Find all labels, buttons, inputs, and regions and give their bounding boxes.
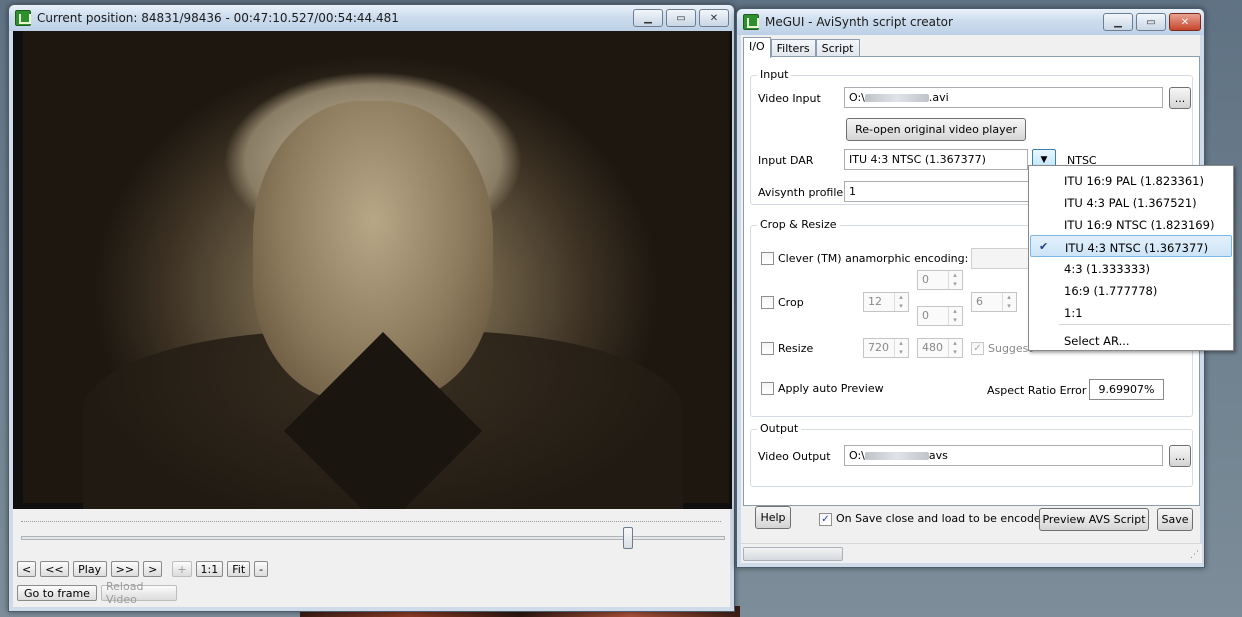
prev-frame-button[interactable]: < <box>17 561 37 577</box>
on-save-checkbox[interactable]: ✓ <box>819 513 832 526</box>
input-dar-label: Input DAR <box>758 154 814 167</box>
maximize-icon: ▭ <box>1146 16 1156 28</box>
output-group-title: Output <box>757 422 802 435</box>
resize-label: Resize <box>778 342 814 355</box>
crop-bottom-stepper[interactable]: 0 <box>917 306 963 326</box>
close-icon: ✕ <box>709 12 719 24</box>
auto-preview-label: Apply auto Preview <box>778 382 884 395</box>
reopen-video-player-button[interactable]: Re-open original video player <box>846 118 1026 141</box>
resize-checkbox[interactable] <box>761 342 774 355</box>
playback-controls: < << Play >> > + 1:1 Fit - <box>17 561 269 577</box>
seek-ticks <box>21 521 721 525</box>
seek-thumb[interactable] <box>622 527 633 549</box>
tab-strip: I/O Filters Script <box>743 37 860 58</box>
megui-title: MeGUI - AviSynth script creator <box>765 15 953 29</box>
player-titlebar[interactable]: Current position: 84831/98436 - 00:47:10… <box>9 5 734 31</box>
forward-button[interactable]: >> <box>110 561 140 577</box>
resize-width-stepper[interactable]: 720 <box>863 338 909 358</box>
maximize-button[interactable]: ▭ <box>1136 13 1166 31</box>
megui-icon <box>15 10 31 26</box>
minimize-button[interactable]: ▁ <box>1103 13 1133 31</box>
dar-option[interactable]: ITU 16:9 NTSC (1.823169) <box>1030 213 1232 235</box>
video-frame <box>13 31 732 509</box>
preview-avs-script-button[interactable]: Preview AVS Script <box>1039 508 1149 531</box>
video-output-field[interactable]: O:\ avs <box>844 445 1163 466</box>
dar-option[interactable]: ITU 4:3 NTSC (1.367377) ✔ <box>1030 235 1232 257</box>
clever-anamorphic-label: Clever (TM) anamorphic encoding: <box>778 252 969 265</box>
suggest-checkbox[interactable]: ✓ <box>971 342 984 355</box>
play-button[interactable]: Play <box>72 561 107 577</box>
video-output-browse-button[interactable]: ... <box>1169 445 1191 467</box>
resize-grip-icon[interactable]: ⋰ <box>1190 550 1199 560</box>
menu-separator <box>1059 324 1231 325</box>
rewind-button[interactable]: << <box>40 561 69 577</box>
output-group: Output Video Output O:\ avs ... <box>750 422 1193 487</box>
progress-scrollbar[interactable] <box>743 547 843 561</box>
video-output-label: Video Output <box>758 450 831 463</box>
megui-titlebar[interactable]: MeGUI - AviSynth script creator ▁ ▭ ✕ <box>737 9 1204 35</box>
input-group-title: Input <box>757 68 792 81</box>
crop-right-stepper[interactable]: 6 <box>971 292 1017 312</box>
dar-option[interactable]: Select AR... <box>1030 329 1232 351</box>
chevron-down-icon: ▼ <box>1040 154 1048 165</box>
suggest-label: Suggest <box>988 342 1033 355</box>
tab-filters[interactable]: Filters <box>770 39 816 57</box>
clever-anamorphic-checkbox[interactable] <box>761 252 774 265</box>
reload-video-button[interactable]: Reload Video <box>101 580 177 606</box>
input-dar-dropdown-list: ITU 16:9 PAL (1.823361) ITU 4:3 PAL (1.36… <box>1028 165 1234 351</box>
fit-button[interactable]: Fit <box>227 561 251 577</box>
status-bar: ⋰ <box>741 543 1202 563</box>
close-button[interactable]: ✕ <box>699 9 729 27</box>
seek-area <box>13 509 732 569</box>
on-save-label: On Save close and load to be encoded <box>836 512 1048 525</box>
frame-controls: Go to frame Reload Video <box>17 580 177 606</box>
tab-script[interactable]: Script <box>815 39 860 57</box>
crop-resize-group-title: Crop & Resize <box>757 218 840 231</box>
input-dar-combo[interactable]: ITU 4:3 NTSC (1.367377) <box>844 149 1028 170</box>
video-input-label: Video Input <box>758 92 821 105</box>
video-image <box>23 31 729 509</box>
video-input-field[interactable]: O:\ .avi <box>844 87 1163 108</box>
video-player-window: Current position: 84831/98436 - 00:47:10… <box>8 4 735 612</box>
auto-preview-checkbox[interactable] <box>761 382 774 395</box>
crop-label: Crop <box>778 296 804 309</box>
one-to-one-button[interactable]: 1:1 <box>195 561 224 577</box>
dar-option[interactable]: 4:3 (1.333333) <box>1030 257 1232 279</box>
player-title: Current position: 84831/98436 - 00:47:10… <box>37 11 399 25</box>
ar-error-value: 9.69907% <box>1089 379 1164 400</box>
maximize-icon: ▭ <box>676 12 686 24</box>
crop-top-stepper[interactable]: 0 <box>917 270 963 290</box>
close-icon: ✕ <box>1180 16 1190 28</box>
resize-height-stepper[interactable]: 480 <box>917 338 963 358</box>
close-button[interactable]: ✕ <box>1169 13 1201 31</box>
dar-option[interactable]: 16:9 (1.777778) <box>1030 279 1232 301</box>
tab-io[interactable]: I/O <box>743 37 771 58</box>
crop-checkbox[interactable] <box>761 296 774 309</box>
zoom-in-button[interactable]: + <box>172 561 192 577</box>
avisynth-profile-label: Avisynth profile <box>758 186 844 199</box>
megui-icon <box>743 14 759 30</box>
minimize-button[interactable]: ▁ <box>633 9 663 27</box>
zoom-out-button[interactable]: - <box>254 561 269 577</box>
dar-option[interactable]: ITU 4:3 PAL (1.367521) <box>1030 191 1232 213</box>
minimize-icon: ▁ <box>644 12 652 24</box>
help-button[interactable]: Help <box>755 506 791 529</box>
video-input-browse-button[interactable]: ... <box>1169 87 1191 109</box>
next-frame-button[interactable]: > <box>143 561 163 577</box>
ar-error-label: Aspect Ratio Error <box>987 384 1087 397</box>
dar-option[interactable]: ITU 16:9 PAL (1.823361) <box>1030 169 1232 191</box>
save-button[interactable]: Save <box>1157 508 1193 531</box>
checkmark-icon: ✔ <box>1039 240 1049 253</box>
crop-left-stepper[interactable]: 12 <box>863 292 909 312</box>
go-to-frame-button[interactable]: Go to frame <box>17 585 97 601</box>
dar-option[interactable]: 1:1 <box>1030 301 1232 323</box>
player-client: < << Play >> > + 1:1 Fit - Go to frame R… <box>13 31 732 607</box>
maximize-button[interactable]: ▭ <box>666 9 696 27</box>
minimize-icon: ▁ <box>1114 16 1122 28</box>
seek-track[interactable] <box>21 536 725 540</box>
